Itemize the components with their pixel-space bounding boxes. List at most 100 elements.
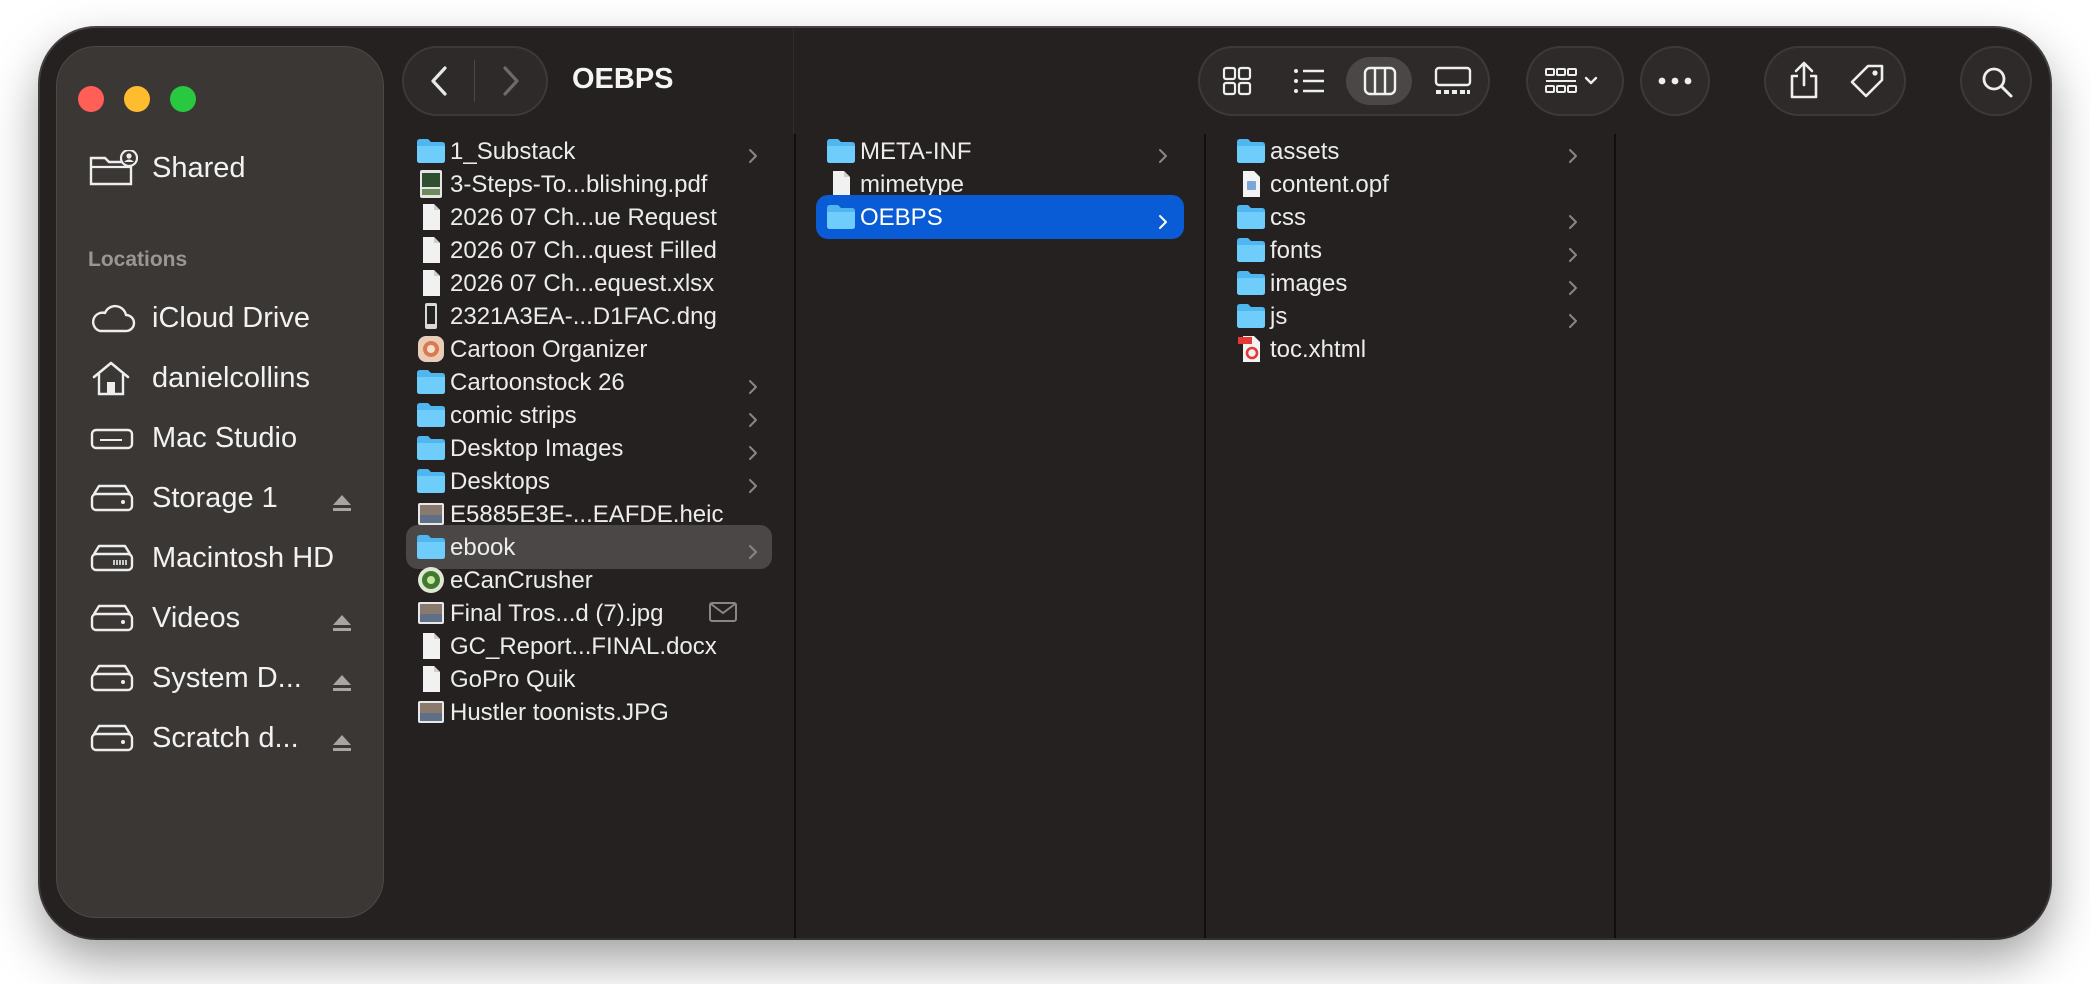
folder-icon [1236,269,1266,297]
folder-icon [1236,137,1266,165]
share-tag-group [1764,46,1906,116]
sidebar-item-label: Storage 1 [152,482,278,514]
tag-icon[interactable] [1848,62,1886,100]
sidebar-item-shared[interactable]: Shared [56,142,384,194]
photo-dark-file-icon [416,302,446,330]
drive-icon [88,600,138,636]
sidebar-item-label: System D... [152,662,302,694]
eject-icon[interactable] [331,488,353,511]
eject-icon[interactable] [331,728,353,751]
search-button[interactable] [1960,46,2032,116]
chevron-right-icon [1568,209,1578,229]
folder-icon [1236,302,1266,330]
chevron-left-icon [431,66,447,96]
chevron-right-icon [748,539,758,559]
share-icon[interactable] [1786,60,1822,100]
home-icon [88,360,138,396]
folder-icon [826,203,856,231]
finder-window: Shared Locations iCloud Drive danielcolli… [40,28,2050,938]
icon-view-icon [1222,66,1252,96]
navigation-group [402,46,548,116]
column-view-button[interactable] [1346,57,1412,105]
chevron-right-icon [1568,308,1578,328]
computer-icon [88,420,138,456]
drive-icon [88,480,138,516]
chevron-right-icon [748,473,758,493]
file-row[interactable]: Hustler toonists.JPG [406,690,772,734]
more-button[interactable] [1640,46,1710,116]
chevron-right-icon [748,440,758,460]
chevron-right-icon [748,143,758,163]
folder-icon [1236,203,1266,231]
opf-file-icon [1236,170,1266,198]
chevron-right-icon [1568,242,1578,262]
doc-file-icon [416,269,446,297]
chevron-right-icon [1568,275,1578,295]
doc-file-icon [826,170,856,198]
sidebar-item-label: Scratch d... [152,722,299,754]
sidebar-item-location[interactable]: Mac Studio [56,412,384,464]
sidebar-item-location[interactable]: Storage 1 [56,472,384,524]
forward-button[interactable] [492,63,528,99]
folder-icon [416,137,446,165]
sidebar-item-location[interactable]: System D... [56,652,384,704]
doc-file-icon [416,632,446,660]
icon-view-button[interactable] [1204,57,1270,105]
folder-icon [416,467,446,495]
sidebar-item-label: Macintosh HD [152,542,335,574]
close-button[interactable] [78,86,104,112]
chevron-right-icon [748,374,758,394]
view-switcher [1198,46,1490,116]
gallery-view-button[interactable] [1417,57,1483,105]
group-by-icon [1545,68,1598,93]
drive-icon [88,660,138,696]
eject-icon[interactable] [331,608,353,631]
sidebar-item-location[interactable]: danielcollins [56,352,384,404]
back-button[interactable] [422,63,458,99]
photo-file-icon [416,698,446,726]
doc-file-icon [416,203,446,231]
file-name: OEBPS [860,204,943,231]
locations-heading: Locations [88,248,188,271]
doc-file-icon [416,236,446,264]
sidebar: Shared Locations iCloud Drive danielcolli… [56,46,384,918]
sidebar-item-location[interactable]: iCloud Drive [56,292,384,344]
chevron-right-icon [503,66,519,96]
file-row[interactable]: toc.xhtml [1226,327,1594,371]
doc-file-icon [416,665,446,693]
chevron-right-icon [1158,209,1168,229]
folder-icon [416,434,446,462]
minimize-button[interactable] [124,86,150,112]
drive-icon [88,720,138,756]
folder-row[interactable]: OEBPS [816,195,1184,239]
folder-icon [416,368,446,396]
sidebar-item-label: danielcollins [152,362,310,394]
column-view-icon [1363,66,1397,96]
chevron-right-icon [1158,143,1168,163]
folder-icon [826,137,856,165]
eject-icon[interactable] [331,668,353,691]
folder-icon [416,533,446,561]
sidebar-item-label: Shared [152,152,246,184]
pdf-file-icon [416,170,446,198]
photo-file-icon [416,500,446,528]
chevron-right-icon [1568,143,1578,163]
app-green-file-icon [416,566,446,594]
group-by-button[interactable] [1526,46,1624,116]
file-name: Hustler toonists.JPG [450,699,669,726]
shared-folder-icon [88,148,139,186]
photo-file-icon [416,599,446,627]
list-view-button[interactable] [1275,57,1341,105]
cloud-icon [88,300,138,336]
sidebar-item-location[interactable]: Macintosh HD [56,532,384,584]
chevron-right-icon [748,407,758,427]
file-name: toc.xhtml [1270,336,1367,363]
sidebar-item-label: Videos [152,602,241,634]
sidebar-item-location[interactable]: Scratch d... [56,712,384,764]
xhtml-file-icon [1236,335,1266,363]
sidebar-item-location[interactable]: Videos [56,592,384,644]
window-title: OEBPS [572,63,674,95]
folder-icon [416,401,446,429]
sidebar-item-label: iCloud Drive [152,302,310,334]
zoom-button[interactable] [170,86,196,112]
